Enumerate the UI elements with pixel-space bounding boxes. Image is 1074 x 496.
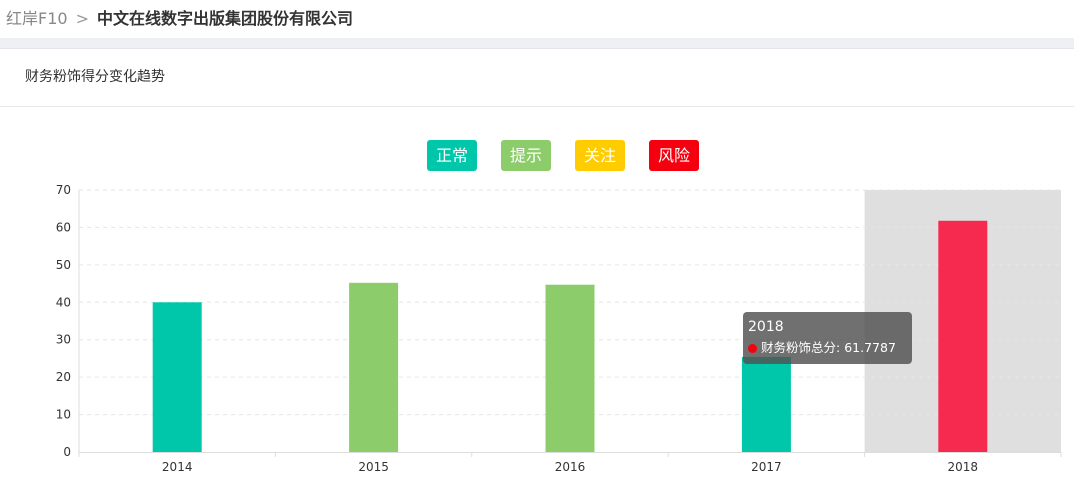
y-tick-label: 40 — [56, 295, 71, 309]
tooltip-series-label: 财务粉饰总分 — [761, 340, 837, 355]
tooltip-value: 61.7787 — [844, 340, 896, 355]
legend-item-risk[interactable]: 风险 — [649, 140, 700, 171]
bar-2017 — [741, 356, 791, 452]
bar-2016 — [545, 284, 595, 452]
tooltip-title: 2018 — [748, 319, 784, 335]
top-bar: 红岸F10 > 中文在线数字出版集团股份有限公司 — [0, 0, 1074, 38]
y-tick-label: 70 — [56, 183, 71, 197]
breadcrumb: 红岸F10 > 中文在线数字出版集团股份有限公司 — [6, 8, 353, 30]
bar-2018 — [938, 220, 988, 452]
legend-item-attention[interactable]: 关注 — [575, 140, 626, 171]
y-tick-label: 10 — [56, 408, 71, 422]
bar-2015 — [349, 282, 399, 452]
breadcrumb-separator: > — [75, 9, 89, 28]
x-tick-label: 2016 — [555, 460, 586, 474]
y-tick-label: 20 — [56, 370, 71, 384]
chart-panel: 财务粉饰得分变化趋势 0 10 20 30 40 50 60 70 2014 2015 2016 20… — [0, 48, 1074, 496]
bar-2014 — [152, 302, 202, 452]
legend-item-normal[interactable]: 正常 — [427, 140, 478, 171]
tooltip-series-dot — [748, 344, 757, 353]
tooltip-colon: : — [836, 340, 845, 355]
bar-chart: 0 10 20 30 40 50 60 70 2014 2015 2016 2017 2018 — [56, 183, 1062, 474]
y-tick-label: 30 — [56, 333, 71, 347]
x-tick-label: 2018 — [948, 460, 979, 474]
company-name: 中文在线数字出版集团股份有限公司 — [96, 9, 353, 28]
legend-item-hint[interactable]: 提示 — [501, 140, 552, 171]
x-tick-label: 2017 — [751, 460, 782, 474]
chart-tooltip: 2018 财务粉饰总分: 61.7787 — [743, 312, 912, 364]
x-tick-label: 2014 — [162, 460, 193, 474]
x-tick-label: 2015 — [358, 460, 389, 474]
breadcrumb-home-link[interactable]: 红岸F10 — [6, 9, 68, 28]
tooltip-row: 财务粉饰总分: 61.7787 — [748, 340, 896, 356]
y-tick-label: 50 — [56, 258, 71, 272]
y-tick-label: 0 — [63, 445, 71, 459]
y-tick-label: 60 — [56, 220, 71, 234]
